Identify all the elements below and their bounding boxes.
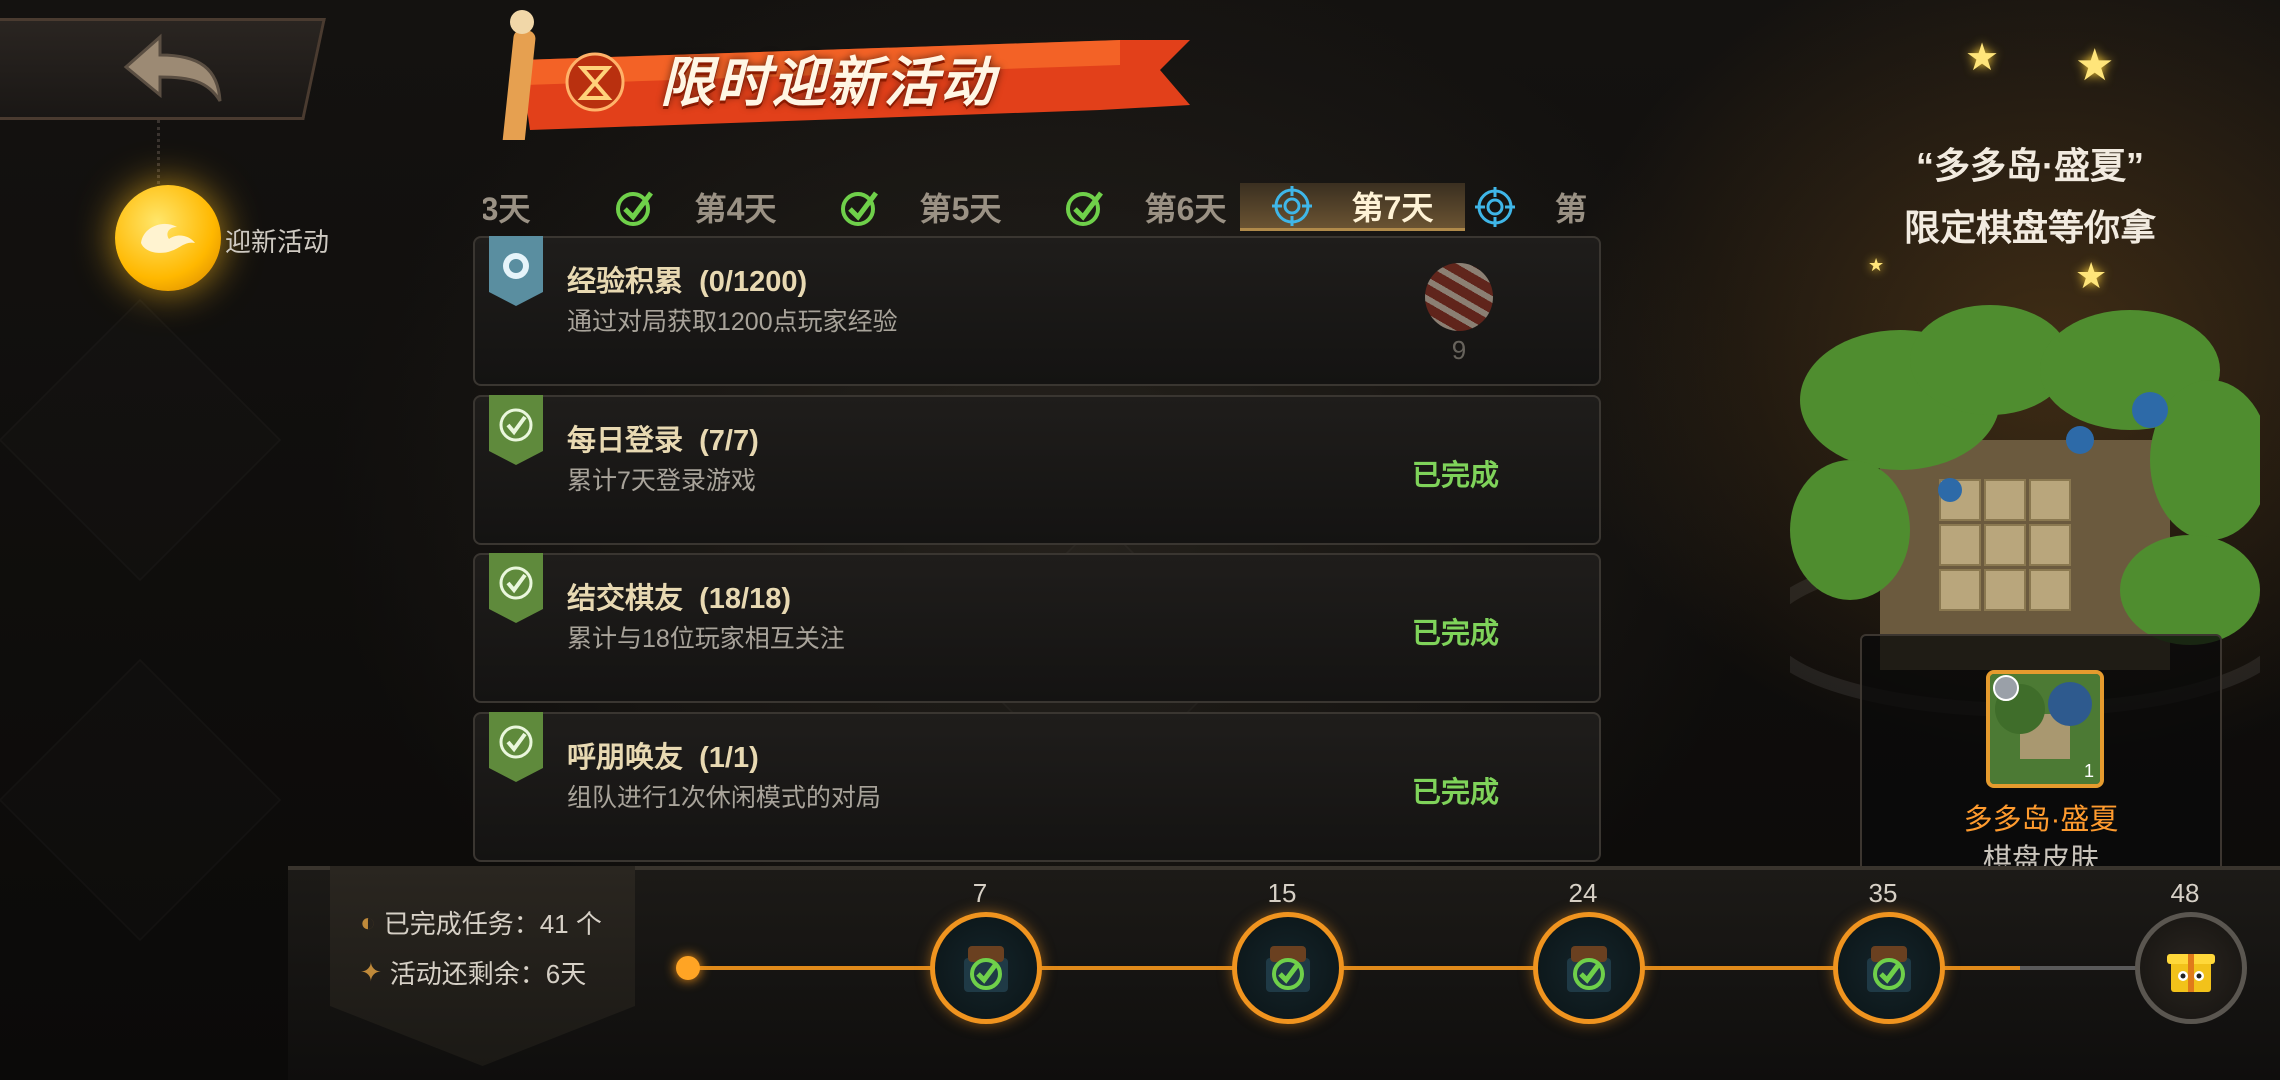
task-reward[interactable]: 9 (1419, 263, 1499, 365)
tab-day-4[interactable]: 第4天 (583, 183, 808, 231)
milestone-chest[interactable] (1232, 912, 1344, 1024)
swirl-icon: ◐ (360, 907, 376, 937)
milestone-label: 24 (1568, 878, 1598, 908)
task-card[interactable]: 经验积累 (0/1200) 通过对局获取1200点玩家经验 9 (473, 236, 1601, 386)
target-icon (1271, 185, 1312, 226)
check-circle-icon (1065, 191, 1103, 226)
event-label: 迎新活动 (225, 227, 330, 257)
check-ribbon-icon (489, 553, 543, 623)
milestone-gift-box[interactable] (2135, 912, 2247, 1024)
day-tabs: 3天 第4天 第5天 第6天 第7天 第 (483, 183, 1603, 231)
milestone-chest[interactable] (1833, 912, 1945, 1024)
target-icon (1475, 187, 1515, 227)
task-desc: 累计与18位玩家相互关注 (567, 625, 845, 653)
tab-day-5[interactable]: 第5天 (808, 183, 1033, 231)
star-icon: ★ (1965, 37, 2000, 79)
tab-day-6[interactable]: 第6天 (1033, 183, 1258, 231)
promo-text: “多多岛·盛夏” 限定棋盘等你拿 (1880, 135, 2180, 259)
task-desc: 组队进行1次休闲模式的对局 (567, 784, 881, 812)
promo-line-1: “多多岛·盛夏” (1916, 145, 2144, 186)
task-card[interactable]: 结交棋友 (18/18) 累计与18位玩家相互关注 已完成 (473, 553, 1601, 703)
task-status: 已完成 (1411, 460, 1499, 492)
milestone-label: 7 (972, 878, 988, 908)
task-status: 已完成 (1411, 777, 1499, 809)
task-desc: 通过对局获取1200点玩家经验 (567, 308, 898, 336)
chest-claimed-icon (1867, 946, 1911, 992)
event-coin-button[interactable] (115, 185, 221, 291)
completed-tasks-stat: ◐ 已完成任务：41 个 (360, 907, 602, 939)
progress-track (688, 966, 2178, 970)
milestone-label: 35 (1868, 878, 1898, 908)
tab-day-8[interactable]: 第 (1463, 183, 1603, 231)
task-status: 已完成 (1411, 618, 1499, 650)
gift-box-icon (2167, 954, 2215, 992)
task-desc: 累计7天登录游戏 (567, 467, 756, 495)
check-circle-icon (615, 191, 653, 226)
tab-day-7[interactable]: 第7天 (1240, 183, 1465, 231)
check-ribbon-icon (489, 395, 543, 465)
sparkle-icon: ✦ (360, 957, 382, 987)
flame-icon (141, 223, 195, 253)
in-progress-ribbon-icon (489, 236, 543, 306)
promo-line-2: 限定棋盘等你拿 (1903, 207, 2156, 248)
milestone-label: 48 (2170, 878, 2200, 908)
reward-ball-icon (1425, 263, 1493, 331)
reward-count: 9 (1451, 335, 1467, 365)
milestone-chest[interactable] (1533, 912, 1645, 1024)
task-title: 结交棋友 (18/18) (567, 583, 792, 615)
task-card[interactable]: 每日登录 (7/7) 累计7天登录游戏 已完成 (473, 395, 1601, 545)
task-title: 每日登录 (7/7) (567, 425, 759, 457)
chain-decoration (157, 120, 171, 190)
milestone-label: 15 (1267, 878, 1297, 908)
task-card[interactable]: 呼朋唤友 (1/1) 组队进行1次休闲模式的对局 已完成 (473, 712, 1601, 862)
check-circle-icon (840, 191, 878, 226)
chest-claimed-icon (1567, 946, 1611, 992)
star-icon: ★ (2075, 41, 2115, 90)
reward-name: 多多岛·盛夏 (1963, 804, 2119, 836)
check-ribbon-icon (489, 712, 543, 782)
back-arrow-icon (123, 33, 222, 102)
remaining-days-stat: ✦ 活动还剩余：6天 (360, 957, 587, 989)
task-title: 经验积累 (0/1200) (567, 266, 808, 298)
banner-title: 限时迎新活动 (660, 53, 996, 113)
back-button[interactable] (105, 22, 245, 116)
milestone-chest[interactable] (930, 912, 1042, 1024)
reward-item-slot[interactable]: 1 (1986, 670, 2104, 788)
progress-start-dot (676, 956, 700, 980)
reward-qty: 1 (2083, 761, 2094, 781)
chest-claimed-icon (1266, 946, 1310, 992)
chest-claimed-icon (964, 946, 1008, 992)
task-title: 呼朋唤友 (1/1) (567, 742, 759, 774)
